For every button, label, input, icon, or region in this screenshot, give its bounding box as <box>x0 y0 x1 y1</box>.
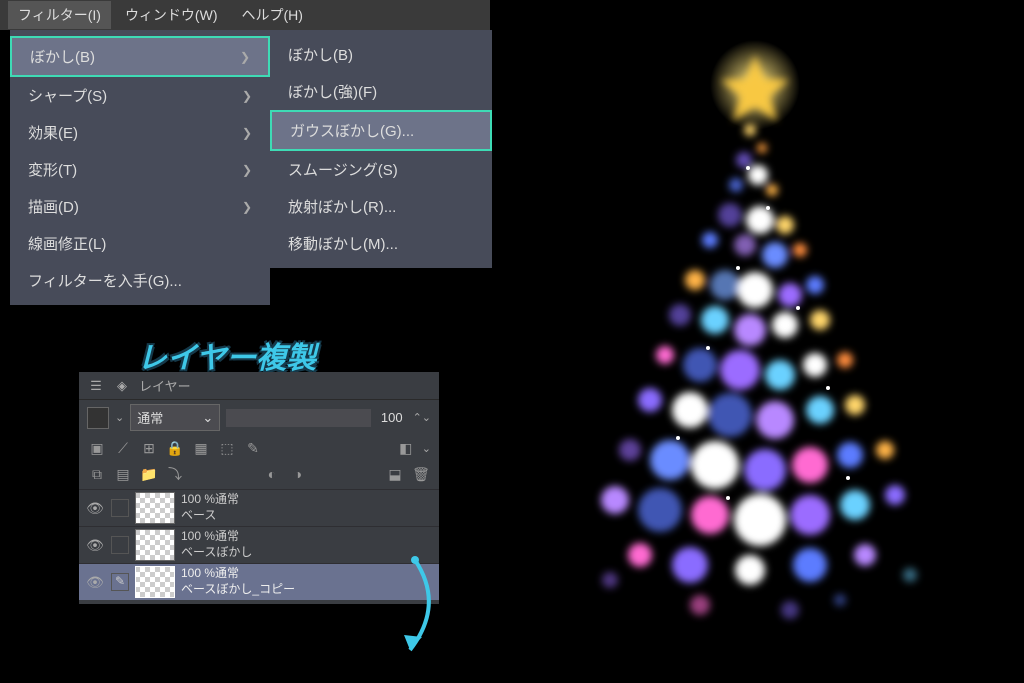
menu-item-sharp[interactable]: シャープ(S) ❯ <box>10 77 270 114</box>
chevron-down-icon[interactable]: ⌄ <box>422 442 431 455</box>
menu-item-label: 描画(D) <box>28 196 79 217</box>
layer-row[interactable]: 👁 100 %通常 ベース <box>79 489 439 526</box>
submenu-item-radial[interactable]: 放射ぼかし(R)... <box>270 188 492 225</box>
layers-list: 👁 100 %通常 ベース 👁 100 %通常 ベースぼかし 👁 100 %通常 <box>79 487 439 600</box>
indicator-box[interactable] <box>111 536 129 554</box>
layer-info: 100 %通常 ベース <box>181 492 239 523</box>
layer-panel-header: ☰ ◈ レイヤー <box>79 372 439 400</box>
layer-toolbar-1: ▣ ⟋ ⊞ 🔒 ▦ ⬚ ✎ ◧ ⌄ <box>79 435 439 461</box>
menu-item-draw[interactable]: 描画(D) ❯ <box>10 188 270 225</box>
menu-item-blur[interactable]: ぼかし(B) ❯ <box>10 36 270 77</box>
opacity-row: ⌄ 通常 ⌄ 100 ⌃⌄ <box>79 400 439 435</box>
menu-item-label: シャープ(S) <box>28 85 107 106</box>
layer-opacity-label: 100 %通常 <box>181 492 239 508</box>
indicator-box[interactable] <box>111 499 129 517</box>
edit-indicator-icon[interactable] <box>111 573 129 591</box>
menu-item-label: 効果(E) <box>28 122 78 143</box>
menu-item-effect[interactable]: 効果(E) ❯ <box>10 114 270 151</box>
layer-opacity-label: 100 %通常 <box>181 566 295 582</box>
color-icon[interactable]: ◧ <box>396 438 416 458</box>
clip-icon[interactable]: ▣ <box>87 438 107 458</box>
menu-item-label: ぼかし(B) <box>30 46 95 67</box>
menu-item-line[interactable]: 線画修正(L) <box>10 225 270 262</box>
chevron-right-icon: ❯ <box>242 200 252 214</box>
blur-submenu: ぼかし(B) ぼかし(強)(F) ガウスぼかし(G)... スムージング(S) … <box>270 30 492 268</box>
transfer-icon[interactable]: ⤵ <box>165 464 185 484</box>
lock-icon[interactable]: 🔒 <box>165 438 185 458</box>
layer-opacity-label: 100 %通常 <box>181 529 252 545</box>
mask-icon[interactable]: ◐ <box>262 464 282 484</box>
menu-item-label: フィルターを入手(G)... <box>28 270 182 291</box>
apply-mask-icon[interactable]: ◑ <box>288 464 308 484</box>
menu-item-get-filter[interactable]: フィルターを入手(G)... <box>10 262 270 299</box>
draft-icon[interactable]: ✎ <box>243 438 263 458</box>
layer-row[interactable]: 👁 100 %通常 ベースぼかし <box>79 526 439 563</box>
layer-info: 100 %通常 ベースぼかし <box>181 529 252 560</box>
menu-filter[interactable]: フィルター(I) <box>8 1 111 29</box>
opacity-slider[interactable] <box>226 409 371 427</box>
ruler-icon[interactable]: ⟋ <box>113 438 133 458</box>
filter-dropdown: ぼかし(B) ❯ シャープ(S) ❯ 効果(E) ❯ 変形(T) ❯ 描画(D)… <box>10 30 270 305</box>
menubar: フィルター(I) ウィンドウ(W) ヘルプ(H) <box>0 0 490 30</box>
opacity-value: 100 <box>377 410 407 425</box>
layer-toolbar-2: ⧉ ▤ 📁 ⤵ ◐ ◑ ⬓ 🗑 <box>79 461 439 487</box>
menu-item-label: 線画修正(L) <box>28 233 106 254</box>
submenu-item-smoothing[interactable]: スムージング(S) <box>270 151 492 188</box>
blend-mode-select[interactable]: 通常 ⌄ <box>130 404 220 431</box>
chevron-right-icon: ❯ <box>240 50 250 64</box>
eye-icon[interactable]: 👁 <box>85 537 105 554</box>
reference-icon[interactable]: ⬚ <box>217 438 237 458</box>
new-group-icon[interactable]: ▤ <box>113 464 133 484</box>
menu-item-transform[interactable]: 変形(T) ❯ <box>10 151 270 188</box>
new-folder-icon[interactable]: 📁 <box>139 464 159 484</box>
eye-icon[interactable]: 👁 <box>85 574 105 591</box>
panel-toggle[interactable] <box>87 407 109 429</box>
layer-row[interactable]: 👁 100 %通常 ベースぼかし_コピー <box>79 563 439 600</box>
chevron-down-icon: ⌄ <box>202 410 213 426</box>
menu-window[interactable]: ウィンドウ(W) <box>115 1 228 29</box>
submenu-item-gaussian[interactable]: ガウスぼかし(G)... <box>270 110 492 151</box>
layer-name: ベース <box>181 508 239 524</box>
opacity-fill <box>226 409 371 427</box>
layer-thumbnail <box>135 566 175 598</box>
layer-info: 100 %通常 ベースぼかし_コピー <box>181 566 295 597</box>
menu-help[interactable]: ヘルプ(H) <box>231 1 312 29</box>
chevron-down-icon[interactable]: ⌄ <box>115 411 124 424</box>
chevron-updown-icon[interactable]: ⌃⌄ <box>413 411 431 424</box>
layer-name: ベースぼかし_コピー <box>181 582 295 598</box>
layers-icon[interactable]: ◈ <box>113 377 131 395</box>
chevron-right-icon: ❯ <box>242 126 252 140</box>
layer-panel: ☰ ◈ レイヤー ⌄ 通常 ⌄ 100 ⌃⌄ ▣ ⟋ ⊞ 🔒 ▦ ⬚ ✎ ◧ ⌄… <box>79 372 439 604</box>
tree-illustration <box>500 20 1010 660</box>
frame-icon[interactable]: ⊞ <box>139 438 159 458</box>
lock-pixel-icon[interactable]: ▦ <box>191 438 211 458</box>
layer-thumbnail <box>135 529 175 561</box>
submenu-item-motion[interactable]: 移動ぼかし(M)... <box>270 225 492 262</box>
eye-icon[interactable]: 👁 <box>85 500 105 517</box>
chevron-right-icon: ❯ <box>242 163 252 177</box>
layer-section-title: レイヤー複製 <box>137 333 316 377</box>
submenu-item-blur[interactable]: ぼかし(B) <box>270 36 492 73</box>
submenu-item-blur-strong[interactable]: ぼかし(強)(F) <box>270 73 492 110</box>
delete-icon[interactable]: 🗑 <box>411 464 431 484</box>
merge-icon[interactable]: ⬓ <box>385 464 405 484</box>
hamburger-icon[interactable]: ☰ <box>87 377 105 395</box>
chevron-right-icon: ❯ <box>242 89 252 103</box>
menu-item-label: 変形(T) <box>28 159 77 180</box>
layer-tab-label: レイヤー <box>139 376 191 395</box>
blend-mode-value: 通常 <box>137 408 163 427</box>
layer-name: ベースぼかし <box>181 545 252 561</box>
new-layer-icon[interactable]: ⧉ <box>87 464 107 484</box>
layer-thumbnail <box>135 492 175 524</box>
